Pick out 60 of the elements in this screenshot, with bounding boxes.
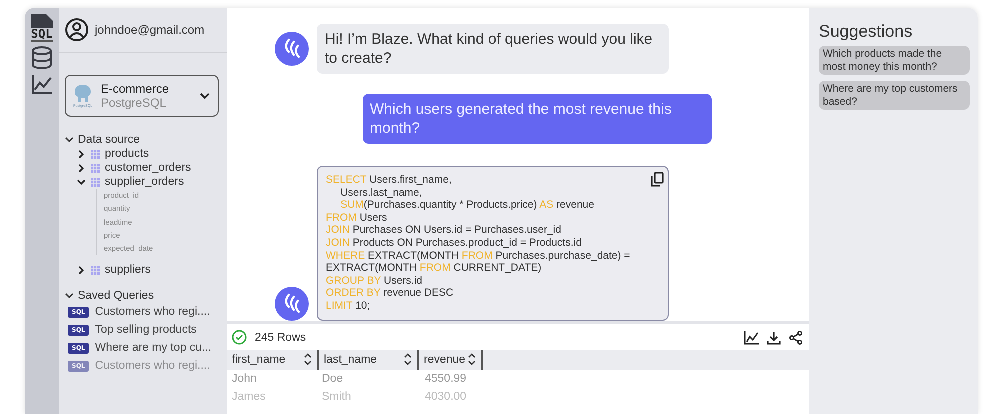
code-line: EXTRACT(MONTH FROM CURRENT_DATE) xyxy=(326,262,542,275)
table-item[interactable]: products xyxy=(65,147,227,161)
assistant-message: Hi! I’m Blaze. What kind of queries would you like to create? xyxy=(317,24,669,74)
saved-query-item[interactable]: Top selling products xyxy=(95,324,197,336)
sort-icon[interactable] xyxy=(468,353,476,366)
code-line: LIMIT 10; xyxy=(326,300,370,313)
download-icon[interactable] xyxy=(767,330,781,345)
line-chart-icon[interactable] xyxy=(31,74,53,94)
code-line: GROUP BY Users.id xyxy=(326,274,422,288)
sort-icon[interactable] xyxy=(404,353,412,366)
table-item[interactable]: suppliers xyxy=(65,263,227,278)
database-icon[interactable] xyxy=(31,46,53,70)
table-cell-text: Doe xyxy=(321,372,344,385)
saved-query-item[interactable]: Customers who regi.... xyxy=(95,306,210,318)
suggestions-title: Suggestions xyxy=(819,22,914,42)
saved-queries-toggle[interactable]: Saved Queries xyxy=(65,289,227,304)
share-icon[interactable] xyxy=(789,330,803,345)
table-grid-icon xyxy=(91,178,100,186)
code-line: ORDER BY revenue DESC xyxy=(326,287,454,300)
code-line: WHERE EXTRACT(MONTH FROM Purchases.purchase_date) = xyxy=(326,250,630,262)
table-item[interactable]: supplier_orders xyxy=(65,175,227,189)
table-cell-text: James xyxy=(231,390,267,403)
code-line: FROM Users xyxy=(326,212,388,224)
chevron-right-icon[interactable] xyxy=(77,150,86,158)
row-count: 245 Rows xyxy=(255,332,306,344)
saved-query-item[interactable]: Where are my top cu... xyxy=(95,342,212,354)
table-cell-text: Smith xyxy=(321,390,352,403)
chevron-down-icon xyxy=(200,93,210,99)
code-line: JOIN Products ON Purchases.product_id = Products.id xyxy=(326,236,582,250)
table-grid-icon xyxy=(91,150,100,158)
line-chart-icon[interactable] xyxy=(744,330,759,345)
code-line: Users.last_name, xyxy=(340,186,422,200)
column-header[interactable]: revenue xyxy=(419,350,483,370)
code-line: SUM(Purchases.quantity * Products.price) AS revenue xyxy=(340,199,594,212)
sort-icon[interactable] xyxy=(304,353,312,366)
suggestion-chip[interactable]: Where are my top customers based? xyxy=(819,81,970,110)
column-header[interactable]: last_name xyxy=(319,350,419,370)
chevron-down-icon[interactable] xyxy=(65,293,74,300)
table-cell-text: 4030.00 xyxy=(424,390,468,403)
chevron-right-icon[interactable] xyxy=(77,266,86,275)
user-avatar-icon[interactable] xyxy=(65,18,89,42)
table-grid-icon xyxy=(91,266,100,275)
table-grid-icon xyxy=(91,164,100,172)
flame-avatar-icon xyxy=(275,32,309,66)
check-circle-icon xyxy=(232,330,247,346)
table-cell-text: John xyxy=(231,372,258,385)
column-header[interactable]: first_name xyxy=(227,350,319,370)
table-cell-text: 4550.99 xyxy=(424,372,468,385)
chevron-down-icon[interactable] xyxy=(77,178,86,186)
suggestion-chip[interactable]: Which products made the most money this month? xyxy=(819,46,970,75)
chevron-down-icon[interactable] xyxy=(65,137,74,143)
chevron-right-icon[interactable] xyxy=(77,164,86,172)
user-message: Which users generated the most revenue this month? xyxy=(363,94,712,144)
flame-avatar-icon xyxy=(275,286,309,321)
account-email: johndoe@gmail.com xyxy=(95,23,205,37)
table-item[interactable]: customer_orders xyxy=(65,161,227,175)
data-source-toggle[interactable]: Data source xyxy=(65,133,227,147)
copy-icon[interactable] xyxy=(651,172,664,187)
code-line: JOIN Purchases ON Users.id = Purchases.user_id xyxy=(326,224,562,237)
code-line: SELECT Users.first_name, xyxy=(326,174,452,187)
